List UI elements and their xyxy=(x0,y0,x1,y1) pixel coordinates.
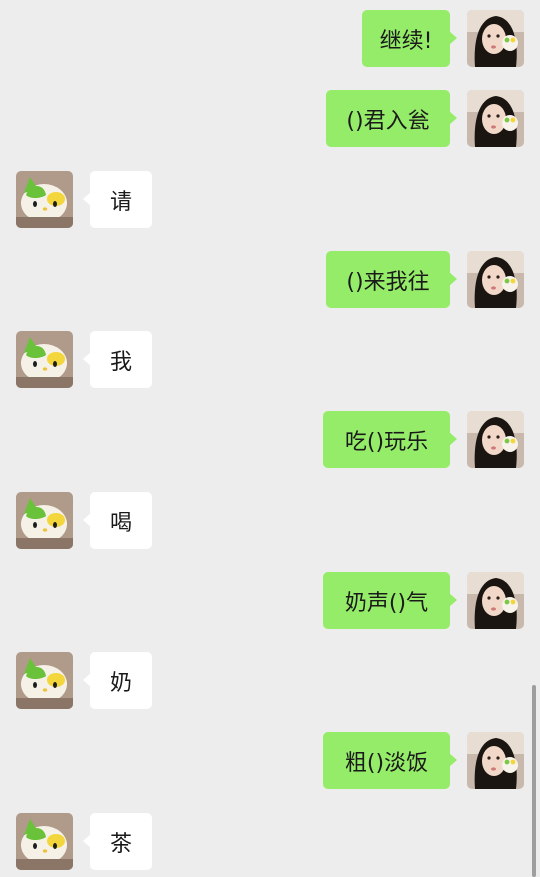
message-bubble-received[interactable]: 茶 xyxy=(83,813,152,870)
message-bubble-received[interactable]: 请 xyxy=(83,171,152,228)
message-bubble-sent[interactable]: ()君入瓮 xyxy=(326,90,457,147)
message-row-received: 奶 xyxy=(0,652,540,709)
contact-avatar-icon[interactable] xyxy=(16,492,73,549)
message-bubble-received[interactable]: 我 xyxy=(83,331,152,388)
self-avatar-icon[interactable] xyxy=(467,411,524,468)
message-row-sent: 奶声()气 xyxy=(0,572,540,629)
self-avatar-icon[interactable] xyxy=(467,572,524,629)
self-avatar-icon[interactable] xyxy=(467,732,524,789)
self-avatar-icon[interactable] xyxy=(467,10,524,67)
message-bubble-received[interactable]: 喝 xyxy=(83,492,152,549)
message-row-sent: 继续! xyxy=(0,10,540,67)
message-row-sent: ()君入瓮 xyxy=(0,90,540,147)
self-avatar-icon[interactable] xyxy=(467,90,524,147)
message-row-received: 茶 xyxy=(0,813,540,870)
message-row-sent: 吃()玩乐 xyxy=(0,411,540,468)
message-bubble-sent[interactable]: 继续! xyxy=(362,10,457,67)
message-row-received: 我 xyxy=(0,331,540,388)
message-bubble-sent[interactable]: 吃()玩乐 xyxy=(323,411,457,468)
contact-avatar-icon[interactable] xyxy=(16,171,73,228)
scrollbar-thumb[interactable] xyxy=(532,685,536,877)
message-row-received: 请 xyxy=(0,171,540,228)
contact-avatar-icon[interactable] xyxy=(16,652,73,709)
message-bubble-sent[interactable]: ()来我往 xyxy=(326,251,457,308)
self-avatar-icon[interactable] xyxy=(467,251,524,308)
message-bubble-received[interactable]: 奶 xyxy=(83,652,152,709)
contact-avatar-icon[interactable] xyxy=(16,813,73,870)
chat-message-list[interactable]: 继续! ()君入瓮 请 ()来我往 我 吃()玩乐 喝 奶声()气 奶 粗()淡… xyxy=(0,0,540,877)
message-row-received: 喝 xyxy=(0,492,540,549)
message-row-sent: 粗()淡饭 xyxy=(0,732,540,789)
message-bubble-sent[interactable]: 奶声()气 xyxy=(323,572,457,629)
contact-avatar-icon[interactable] xyxy=(16,331,73,388)
message-bubble-sent[interactable]: 粗()淡饭 xyxy=(323,732,457,789)
message-row-sent: ()来我往 xyxy=(0,251,540,308)
